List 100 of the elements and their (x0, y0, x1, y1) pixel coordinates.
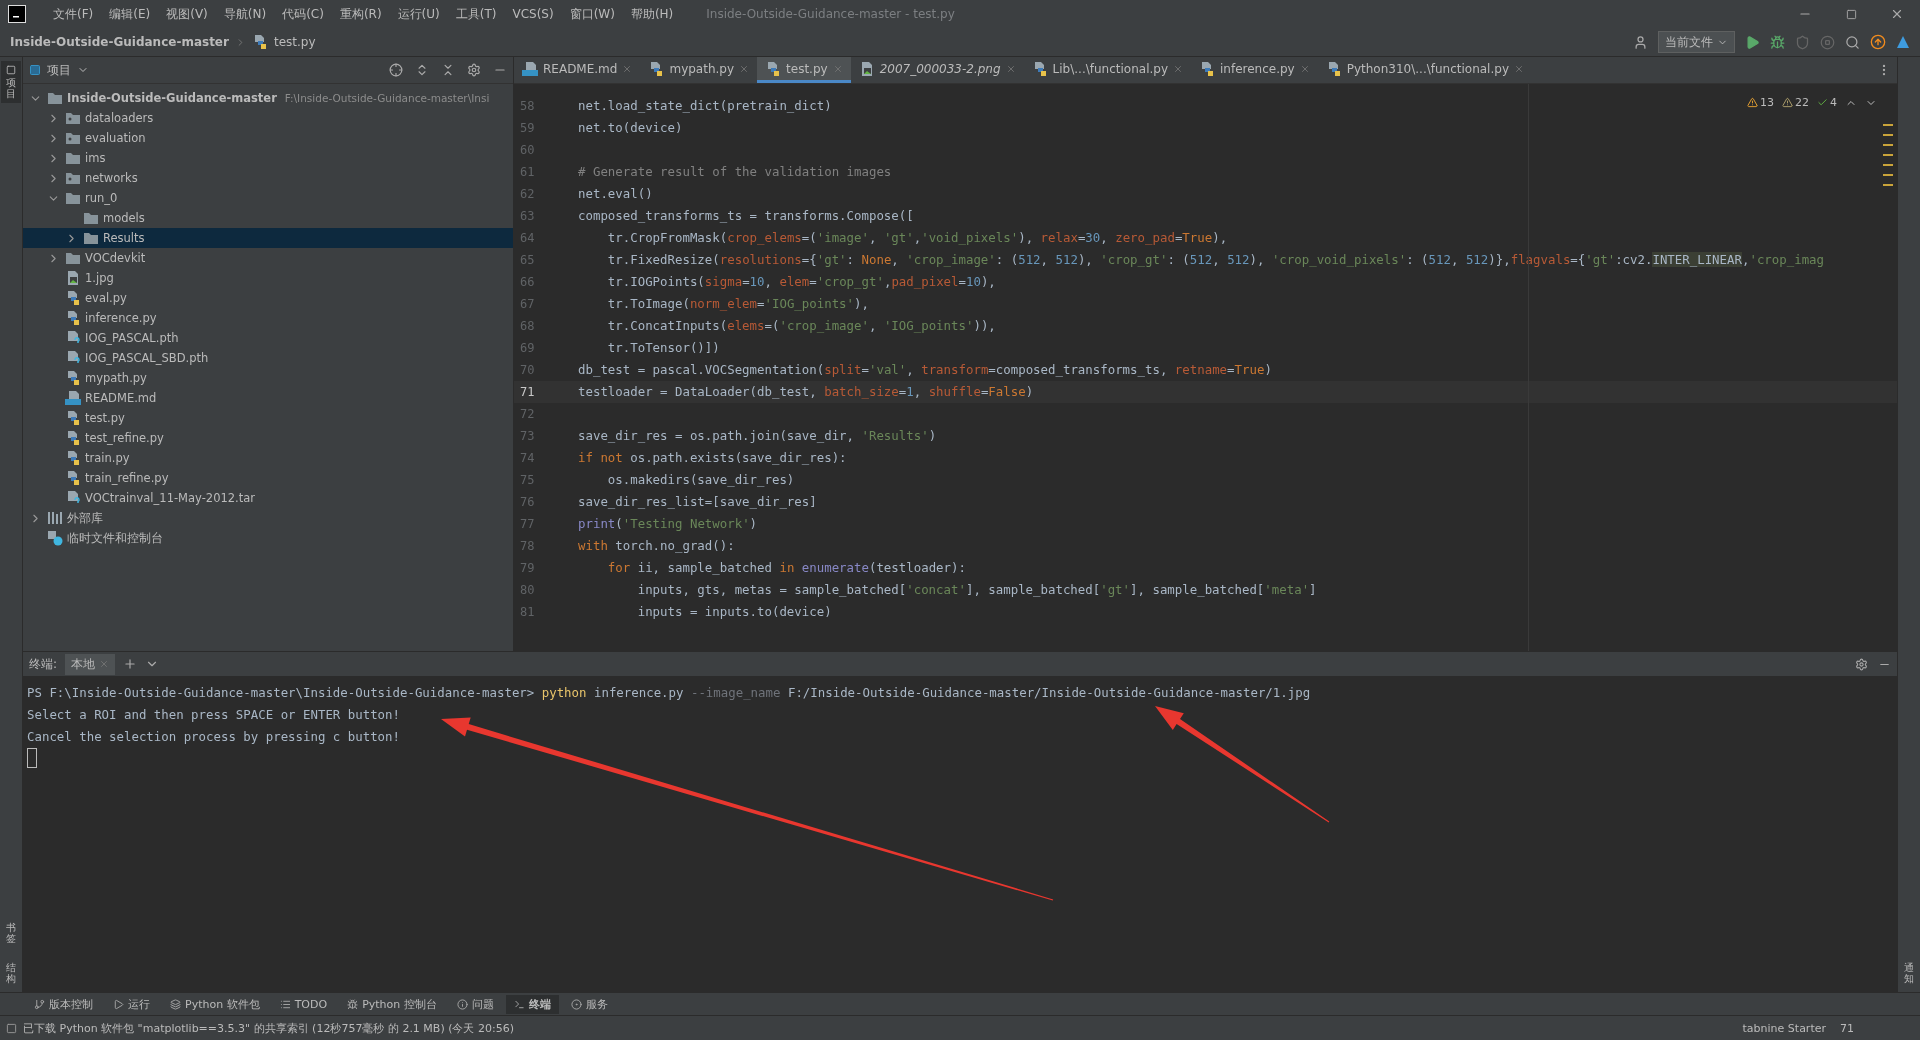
menu-item[interactable]: 窗口(W) (562, 2, 622, 26)
tree-item[interactable]: mypath.py (23, 368, 513, 388)
tree-item[interactable]: VOCtrainval_11-May-2012.tar (23, 488, 513, 508)
menu-item[interactable]: 工具(T) (448, 2, 504, 26)
editor-tab[interactable]: test.py (757, 57, 851, 83)
line-number: 81 (519, 604, 536, 621)
layout-icon[interactable] (6, 1022, 17, 1034)
python-file-icon (65, 370, 81, 386)
breadcrumb-item[interactable]: test.py (273, 35, 316, 49)
close-icon[interactable] (1173, 63, 1183, 74)
tool-window-tab[interactable]: TODO (271, 995, 336, 1013)
editor-tab[interactable]: README.md (514, 57, 641, 83)
close-icon[interactable] (622, 63, 633, 74)
terminal-line: Cancel the selection process by pressing c button! (27, 728, 401, 746)
add-icon[interactable] (123, 657, 138, 671)
inspection-count[interactable]: 13 (1747, 96, 1774, 109)
run-icon[interactable] (1745, 34, 1760, 50)
menu-item[interactable]: 代码(C) (275, 2, 331, 26)
tree-item[interactable]: VOCdevkit (23, 248, 513, 268)
editor-tab[interactable]: Python310\...\functional.py (1317, 57, 1532, 83)
code-line: composed_transforms_ts = transforms.Compose([ (578, 207, 914, 225)
inspection-count[interactable]: 4 (1817, 96, 1837, 109)
menu-item[interactable]: 帮助(H) (623, 2, 681, 26)
side-tool-tab[interactable]: 书签 (1, 918, 21, 948)
line-number: 73 (519, 428, 536, 445)
tree-item[interactable]: test.py (23, 408, 513, 428)
plugin-status[interactable]: tabnine Starter (1742, 1021, 1826, 1035)
user-icon[interactable] (1633, 34, 1648, 50)
menu-item[interactable]: 导航(N) (216, 2, 274, 26)
tree-item[interactable]: train.py (23, 448, 513, 468)
run-config-dropdown[interactable]: 当前文件 (1658, 31, 1735, 53)
project-tool-tab[interactable]: 项目 (1, 61, 21, 103)
plugin-icon[interactable] (1896, 35, 1910, 49)
settings-icon[interactable] (1855, 657, 1868, 671)
tree-item[interactable]: README.md (23, 388, 513, 408)
tool-window-tab[interactable]: 服务 (562, 994, 616, 1014)
tree-item[interactable]: Inside-Outside-Guidance-master F:\Inside-Outside-Guidance-master\Insi (23, 88, 513, 108)
menu-item[interactable]: 运行(U) (390, 2, 447, 26)
close-icon[interactable] (1299, 63, 1310, 74)
inspection-count[interactable]: 22 (1782, 96, 1809, 109)
tree-item[interactable]: inference.py (23, 308, 513, 328)
python-file-icon (1199, 60, 1215, 77)
menu-item[interactable]: VCS(S) (505, 4, 561, 24)
tool-window-tab[interactable]: 终端 (505, 994, 559, 1014)
tree-item[interactable]: networks (23, 168, 513, 188)
code-line: tr.IOGPoints(sigma=10, elem='crop_gt',pad_pixel=10), (606, 273, 996, 291)
menu-item[interactable]: 文件(F) (46, 2, 101, 26)
cursor-position[interactable]: 71 (1840, 1021, 1854, 1035)
tree-item[interactable]: eval.py (23, 288, 513, 308)
update-icon[interactable] (1870, 34, 1886, 50)
editor-tab[interactable]: mypath.py (640, 57, 758, 83)
editor-tab[interactable]: 2007_000033-2.png (850, 57, 1024, 83)
menu-item[interactable]: 重构(R) (332, 2, 389, 26)
locate-icon[interactable] (389, 63, 403, 77)
editor-tab[interactable]: Lib\...\functional.py (1023, 57, 1191, 83)
code-line: db_test = pascal.VOCSegmentation(split='val', transform=composed_transforms_ts, retname=True) (578, 361, 1272, 379)
line-number: 80 (519, 582, 536, 599)
code-line: tr.ToImage(norm_elem='IOG_points'), (606, 295, 869, 313)
tree-item[interactable]: dataloaders (23, 108, 513, 128)
tree-item[interactable]: IOG_PASCAL.pth (23, 328, 513, 348)
tree-item[interactable]: train_refine.py (23, 468, 513, 488)
tree-item[interactable]: 外部库 (23, 508, 513, 528)
tool-window-tab[interactable]: Python 控制台 (339, 994, 445, 1014)
python-file-icon (648, 60, 665, 77)
search-icon[interactable] (1845, 34, 1860, 50)
tree-item[interactable]: run_0 (23, 188, 513, 208)
tree-item[interactable]: ims (23, 148, 513, 168)
python-file-icon (65, 430, 81, 446)
close-icon[interactable] (1005, 63, 1016, 74)
tree-item[interactable]: models (23, 208, 513, 228)
terminal-tab[interactable]: 本地 (65, 653, 116, 675)
menu-item[interactable]: 视图(V) (159, 2, 215, 26)
stop-icon[interactable] (1820, 34, 1835, 50)
debug-icon[interactable] (1770, 34, 1785, 50)
unknown-file-icon (65, 490, 81, 506)
editor-tab[interactable]: inference.py (1191, 57, 1318, 83)
line-number: 59 (519, 120, 536, 137)
tool-window-tab[interactable]: Python 软件包 (162, 994, 268, 1014)
collapse-all-icon[interactable] (441, 63, 455, 77)
tool-window-tab[interactable]: 版本控制 (26, 994, 101, 1014)
coverage-icon[interactable] (1795, 34, 1810, 50)
tool-window-tab[interactable]: 运行 (105, 994, 158, 1014)
terminal-cursor (27, 748, 37, 768)
tree-item[interactable]: evaluation (23, 128, 513, 148)
menu-item[interactable]: 编辑(E) (102, 2, 158, 26)
tree-item[interactable]: 1.jpg (23, 268, 513, 288)
tree-item[interactable]: test_refine.py (23, 428, 513, 448)
close-icon[interactable] (1514, 63, 1524, 74)
warning-icon (1747, 97, 1758, 108)
notifications-tab[interactable]: 通知 (1899, 958, 1919, 988)
tool-window-tab[interactable]: 问题 (448, 994, 502, 1014)
breadcrumb-item[interactable]: Inside-Outside-Guidance-master (10, 35, 229, 49)
tree-item[interactable]: IOG_PASCAL_SBD.pth (23, 348, 513, 368)
close-icon[interactable] (739, 63, 750, 74)
project-view-dropdown[interactable]: 项目 (29, 61, 89, 79)
code-line: for ii, sample_batched in enumerate(testloader): (606, 559, 966, 577)
tree-item[interactable]: 临时文件和控制台 (23, 528, 513, 548)
settings-icon[interactable] (467, 63, 481, 77)
side-tool-tab[interactable]: 结构 (1, 958, 21, 988)
tree-item[interactable]: Results (23, 228, 513, 248)
